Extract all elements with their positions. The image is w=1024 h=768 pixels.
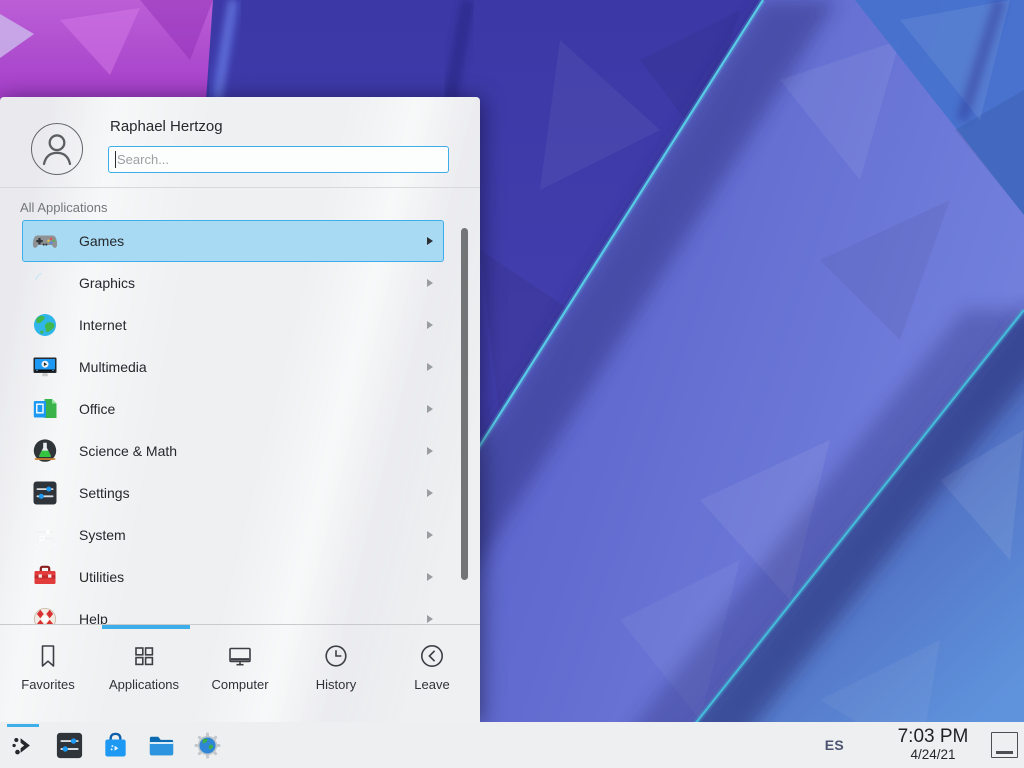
tab-leave[interactable]: Leave [384,629,480,722]
keyboard-layout-indicator[interactable]: ES [825,737,844,753]
settings-app-icon [54,730,85,761]
taskbar-apps [0,722,230,768]
category-label: Multimedia [79,359,147,375]
graphics-icon [31,269,59,297]
text-caret [115,151,116,168]
taskbar-app-discover[interactable] [92,722,138,768]
clock-date: 4/24/21 [892,748,974,763]
scrollbar[interactable] [461,228,468,580]
header-divider [0,187,480,188]
office-icon [31,395,59,423]
submenu-arrow-icon [427,531,433,539]
category-row-science-math[interactable]: Science & Math [22,430,444,472]
tab-bar: Favorites Applications Computer History … [0,629,480,722]
category-label: Settings [79,485,130,501]
app-grid-icon [129,641,159,671]
tab-label: Computer [211,677,268,692]
history-icon [321,641,351,671]
user-avatar[interactable] [31,123,83,175]
kde-launcher-icon [8,730,39,761]
konqueror-icon [192,730,223,761]
leave-icon [417,641,447,671]
submenu-arrow-icon [427,447,433,455]
clock-time: 7:03 PM [892,727,974,748]
taskbar-app-file-manager[interactable] [138,722,184,768]
category-label: Games [79,233,124,249]
computer-icon [225,641,255,671]
user-icon [32,124,82,174]
gamepad-icon [31,227,59,255]
search-field-wrap [108,146,449,173]
desktop: Raphael Hertzog All Applications Games G… [0,0,1024,768]
category-row-games[interactable]: Games [22,220,444,262]
category-label: Utilities [79,569,124,585]
internet-icon [31,311,59,339]
bookmark-icon [33,641,63,671]
category-row-graphics[interactable]: Graphics [22,262,444,304]
category-row-internet[interactable]: Internet [22,304,444,346]
submenu-arrow-icon [427,573,433,581]
tab-history[interactable]: History [288,629,384,722]
tab-applications[interactable]: Applications [96,629,192,722]
tab-label: Applications [109,677,179,692]
section-label: All Applications [20,200,107,215]
category-label: Help [79,611,108,624]
taskbar: ES 7:03 PM 4/24/21 [0,722,1024,768]
tab-computer[interactable]: Computer [192,629,288,722]
submenu-arrow-icon [427,321,433,329]
category-row-utilities[interactable]: Utilities [22,556,444,598]
submenu-arrow-icon [427,615,433,623]
submenu-arrow-icon [427,489,433,497]
category-list: Games Graphics Internet Multimedia [0,220,480,624]
digital-clock[interactable]: 7:03 PM 4/24/21 [892,727,974,762]
taskbar-app-system-settings[interactable] [46,722,92,768]
tab-favorites[interactable]: Favorites [0,629,96,722]
tab-label: History [316,677,356,692]
system-icon [31,521,59,549]
settings-icon [31,479,59,507]
science-icon [31,437,59,465]
system-tray: ES 7:03 PM 4/24/21 [825,727,1018,762]
user-name: Raphael Hertzog [110,118,223,135]
category-label: Graphics [79,275,135,291]
category-label: Science & Math [79,443,177,459]
application-launcher-menu: Raphael Hertzog All Applications Games G… [0,97,480,722]
show-desktop-button[interactable] [991,732,1018,758]
taskbar-app-web-browser[interactable] [184,722,230,768]
category-row-system[interactable]: System [22,514,444,556]
utilities-icon [31,563,59,591]
category-row-settings[interactable]: Settings [22,472,444,514]
search-input[interactable] [108,146,449,173]
category-row-multimedia[interactable]: Multimedia [22,346,444,388]
category-row-help[interactable]: Help [22,598,444,624]
category-label: Office [79,401,115,417]
tab-label: Leave [414,677,449,692]
category-label: Internet [79,317,126,333]
category-label: System [79,527,126,543]
category-row-office[interactable]: Office [22,388,444,430]
submenu-arrow-icon [427,237,433,245]
help-icon [31,605,59,624]
multimedia-icon [31,353,59,381]
tabbar-divider [0,624,480,625]
dolphin-icon [146,730,177,761]
taskbar-app-launcher[interactable] [0,722,46,768]
discover-icon [100,730,131,761]
submenu-arrow-icon [427,279,433,287]
submenu-arrow-icon [427,363,433,371]
tab-label: Favorites [21,677,74,692]
submenu-arrow-icon [427,405,433,413]
